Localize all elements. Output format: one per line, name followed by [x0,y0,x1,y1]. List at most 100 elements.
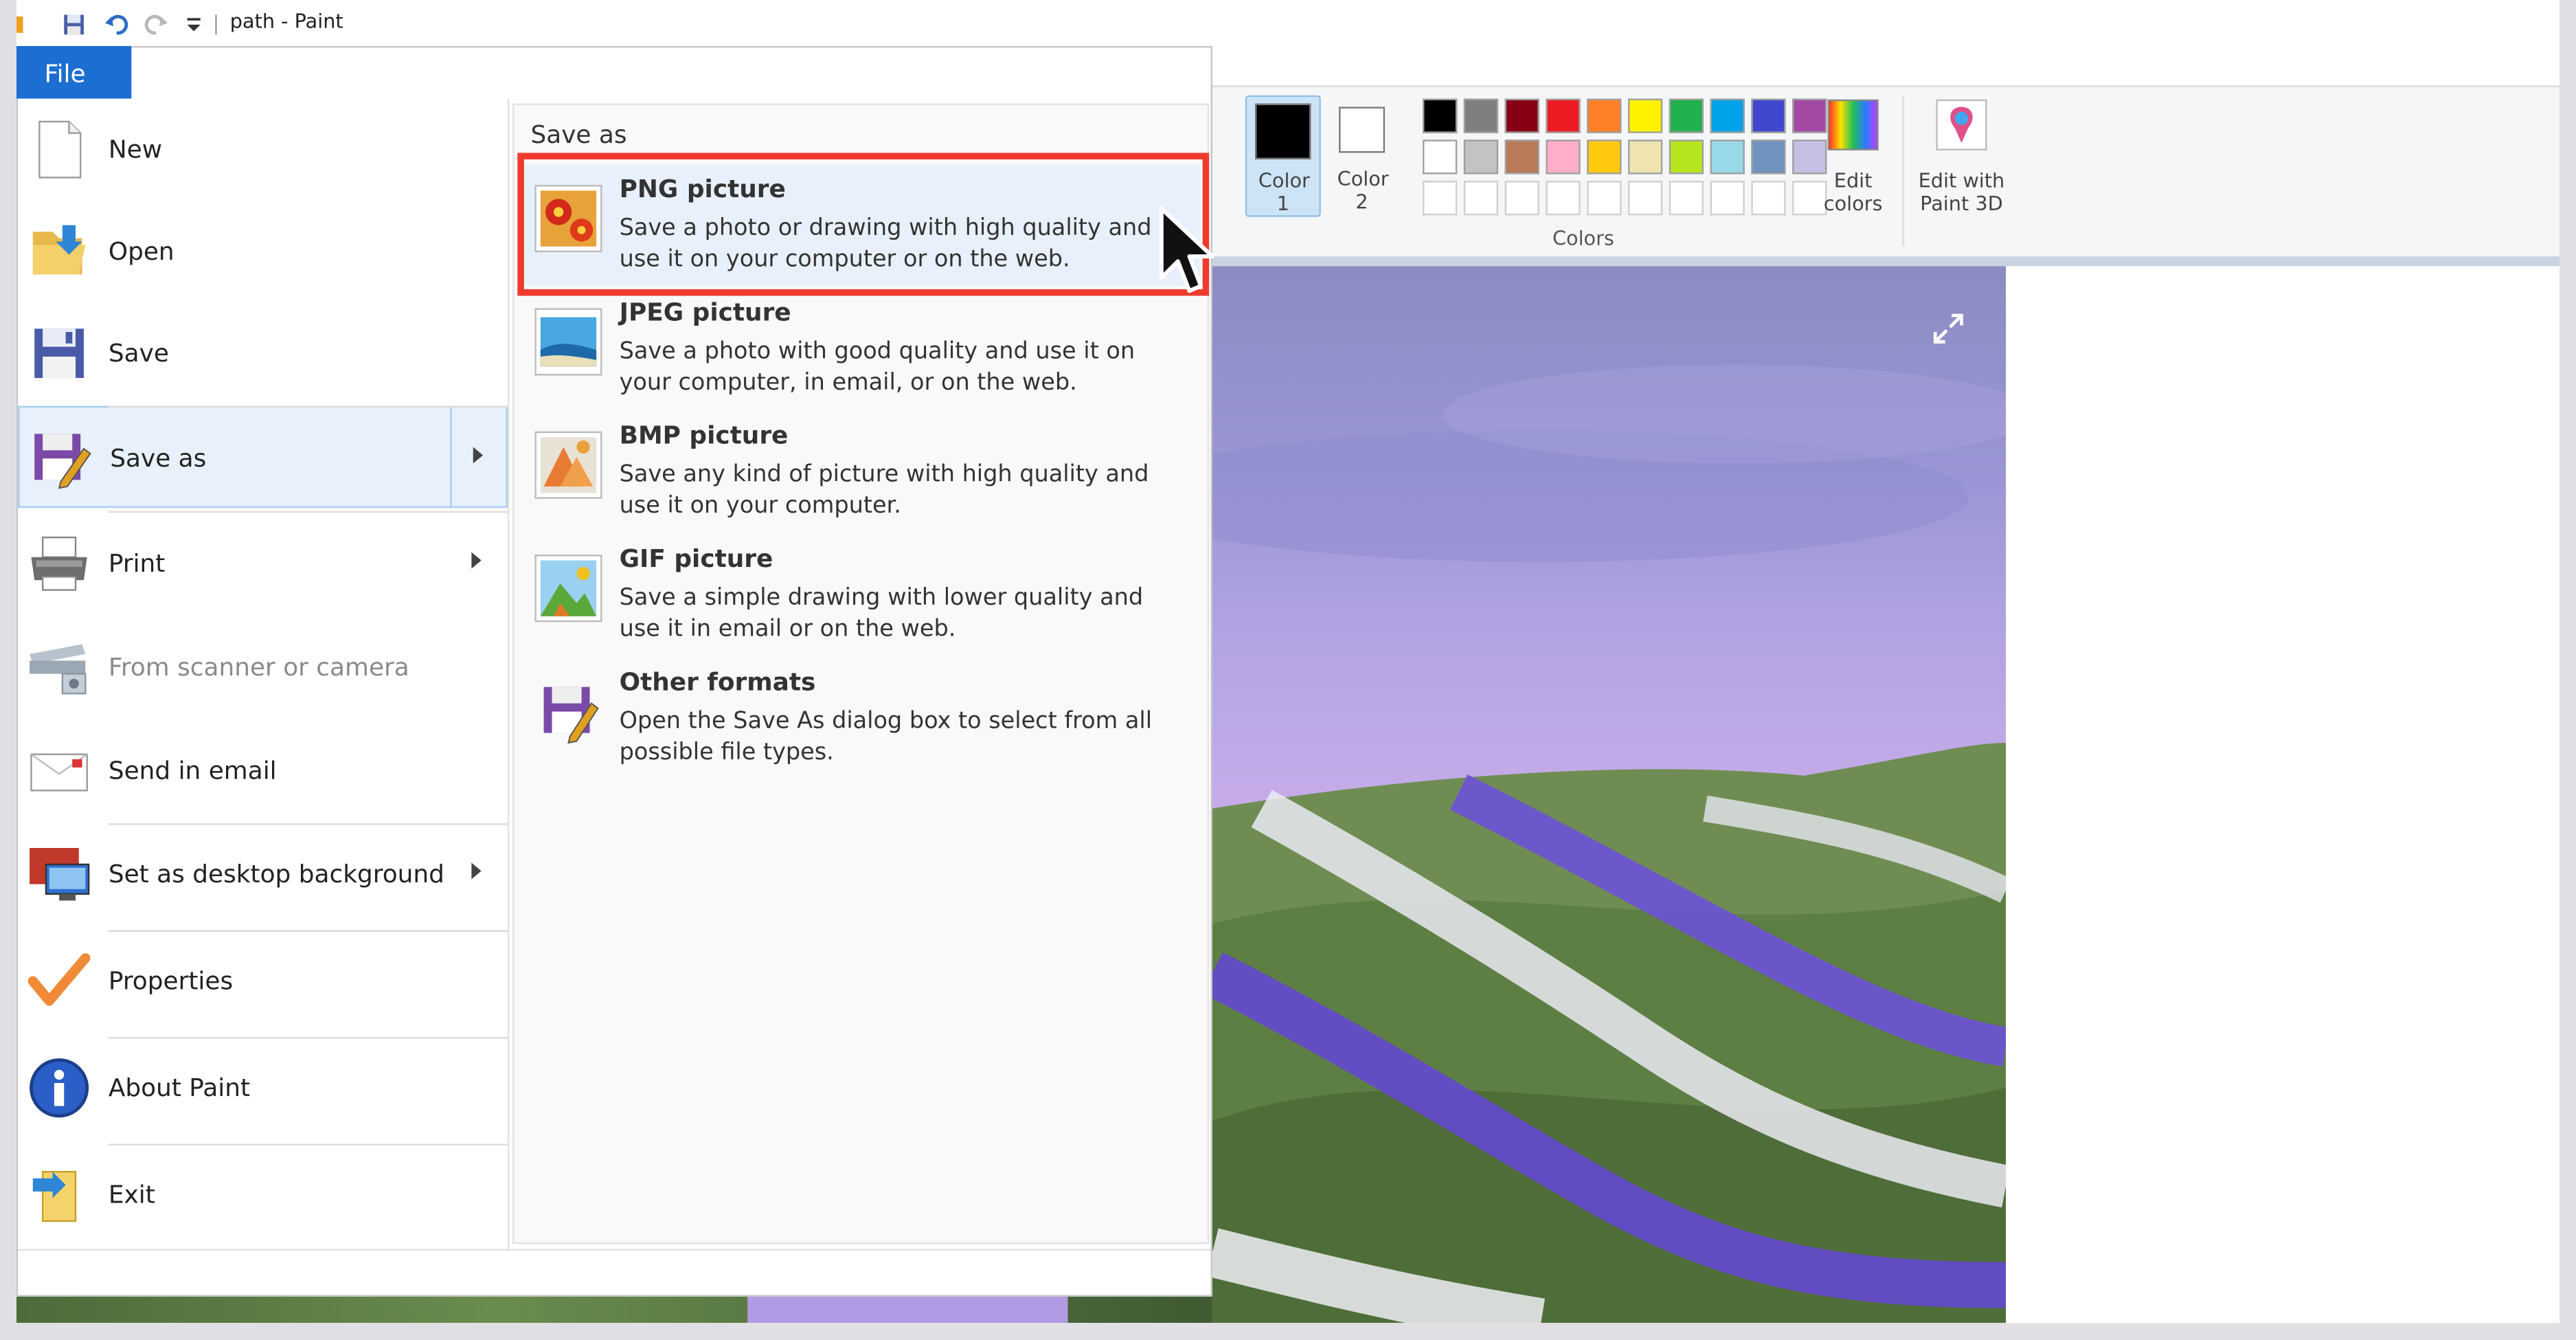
palette-empty-swatch[interactable] [1546,181,1581,216]
palette-swatch[interactable] [1504,139,1539,175]
landscape-image [1212,266,2007,1324]
menu-separator [108,1143,508,1146]
canvas-image[interactable] [1212,266,2007,1324]
file-menu-item-label: About Paint [108,1073,251,1103]
edit-with-paint3d-button[interactable]: Edit with Paint 3D [1909,98,2014,215]
file-menu-item-label: Send in email [108,756,277,786]
submenu-arrow-icon[interactable] [471,552,482,569]
expand-icon[interactable] [1932,312,1965,345]
palette-swatch[interactable] [1751,139,1786,175]
palette-swatch[interactable] [1423,139,1458,175]
other-formats-icon [534,677,602,746]
palette-swatch[interactable] [1627,139,1663,175]
color1-button[interactable]: Color 1 [1245,95,1321,217]
palette-empty-swatch[interactable] [1627,181,1663,216]
open-folder-icon [26,219,92,284]
file-menu-item-print[interactable]: Print [18,513,508,614]
palette-swatch[interactable] [1627,98,1663,133]
file-menu-item-from-scanner-or-camera[interactable]: From scanner or camera [18,616,508,718]
menu-separator [108,511,508,513]
palette-empty-swatch[interactable] [1751,181,1786,216]
palette-swatch[interactable] [1504,98,1539,133]
palette-empty-swatch[interactable] [1504,181,1539,216]
file-menu-item-label: Save as [110,443,207,473]
file-menu-commands: New Open Save Save as Print From scanner or c… [18,98,508,1249]
save-as-option-description: Save a simple drawing with lower quality… [619,585,1144,643]
menu-separator [108,930,508,932]
new-file-icon [26,117,92,183]
edit-colors-label: Edit colors [1823,169,1883,216]
split-button-divider [450,407,452,506]
file-menu-item-about-paint[interactable]: About Paint [18,1037,508,1139]
color2-swatch [1339,107,1386,153]
file-menu-item-save[interactable]: Save [18,302,508,404]
file-menu-item-save-as[interactable]: Save as [18,405,508,508]
submenu-arrow-icon[interactable] [471,862,482,880]
scanner-icon [26,634,92,700]
save-as-option-bmp-picture[interactable]: BMP picture Save any kind of picture with… [524,411,1201,533]
palette-empty-swatch[interactable] [1463,181,1499,216]
save-as-option-name: Other formats [619,667,816,697]
file-menu-item-set-as-desktop-background[interactable]: Set as desktop background [18,823,508,925]
file-menu: New Open Save Save as Print From scanner or c… [16,98,1212,1297]
floppy-disk-icon [26,320,92,386]
file-menu-item-properties[interactable]: Properties [18,930,508,1032]
paint-app-icon [16,16,23,33]
palette-swatch[interactable] [1463,98,1499,133]
save-as-icon [28,425,94,491]
palette-swatch[interactable] [1463,139,1499,175]
bmp-picture-icon [534,431,602,500]
palette-swatch[interactable] [1669,98,1704,133]
paint-window: path - Paint Color 1 Color 2 Edit colors… [16,0,2560,1324]
file-menu-item-label: Save [108,338,169,368]
customize-toolbar-chevron-icon[interactable] [182,13,205,36]
file-menu-item-label: From scanner or camera [108,652,409,682]
palette-swatch[interactable] [1423,98,1458,133]
edit-colors-button[interactable]: Edit colors [1817,98,1889,215]
palette-swatch[interactable] [1587,139,1622,175]
submenu-arrow-icon[interactable] [473,447,484,464]
title-bar: path - Paint [16,0,2560,46]
redo-icon[interactable] [144,13,168,36]
colors-group-label: Colors [1552,227,1614,250]
mouse-cursor-icon [1159,206,1214,293]
edit-colors-icon [1827,99,1879,150]
file-menu-item-exit[interactable]: Exit [18,1143,508,1245]
file-menu-item-open[interactable]: Open [18,201,508,302]
palette-swatch[interactable] [1587,98,1622,133]
palette-swatch[interactable] [1710,98,1745,133]
gif-picture-icon [534,554,602,623]
palette-swatch[interactable] [1710,139,1745,175]
file-tab[interactable]: File [16,45,132,99]
save-as-option-name: JPEG picture [619,297,791,327]
file-menu-footer [18,1249,1211,1295]
palette-swatch[interactable] [1546,98,1581,133]
quick-save-icon[interactable] [63,13,85,36]
palette-empty-swatch[interactable] [1710,181,1745,216]
color2-button[interactable]: Color 2 [1324,96,1400,217]
file-menu-item-label: Print [108,548,166,579]
desktop-icon [26,841,92,907]
save-as-option-description: Save a photo with good quality and use i… [619,338,1136,397]
save-as-option-gif-picture[interactable]: GIF picture Save a simple drawing with lo… [524,534,1201,656]
save-as-option-jpeg-picture[interactable]: JPEG picture Save a photo with good quali… [524,288,1201,410]
palette-swatch[interactable] [1546,139,1581,175]
info-icon [26,1055,92,1121]
menu-separator [108,1037,508,1039]
save-as-option-name: BMP picture [619,421,789,451]
save-as-option-other-formats[interactable]: Other formats Open the Save As dialog box… [524,658,1201,779]
menu-separator [108,823,508,825]
file-menu-item-send-in-email[interactable]: Send in email [18,719,508,821]
highlight-box [517,153,1210,296]
palette-swatch[interactable] [1669,139,1704,175]
undo-icon[interactable] [105,13,128,36]
file-menu-item-label: Set as desktop background [108,859,444,889]
palette-empty-swatch[interactable] [1587,181,1622,216]
palette-empty-swatch[interactable] [1669,181,1704,216]
palette-swatch[interactable] [1751,98,1786,133]
file-menu-item-new[interactable]: New [18,98,508,200]
file-menu-top-border [131,45,1212,99]
palette-empty-swatch[interactable] [1423,181,1458,216]
save-as-option-description: Open the Save As dialog box to select fr… [619,708,1153,766]
file-menu-item-label: Properties [108,966,234,996]
